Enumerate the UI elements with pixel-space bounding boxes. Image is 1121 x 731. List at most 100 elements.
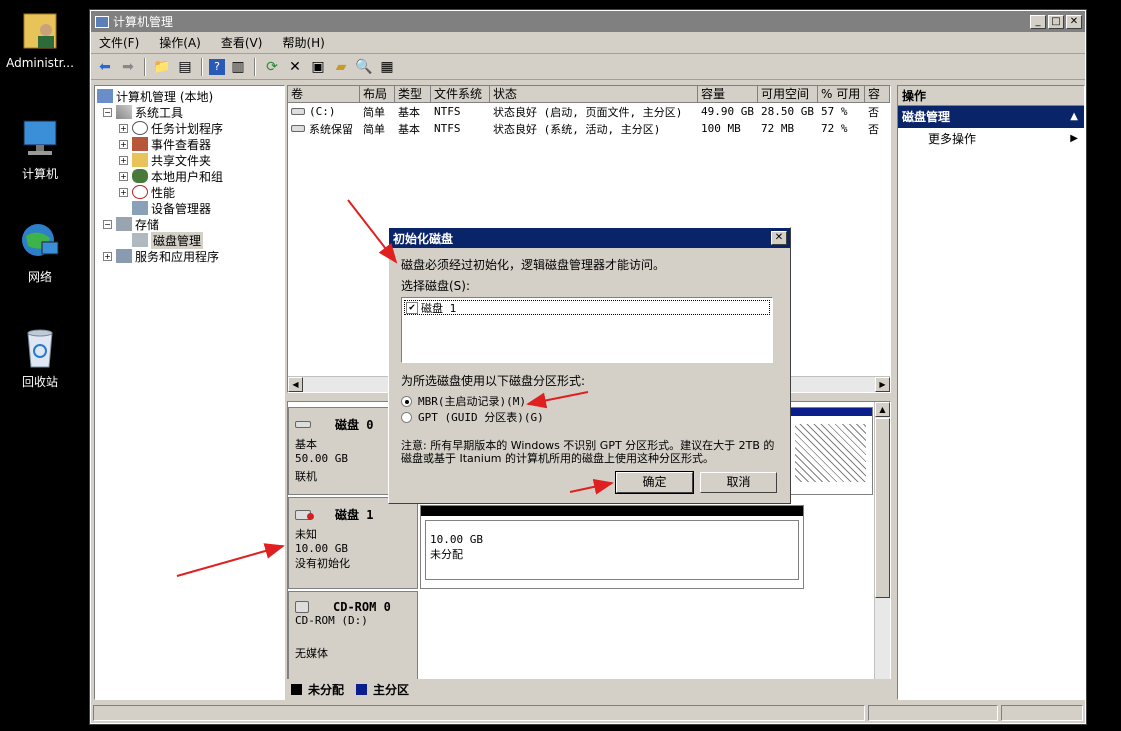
column-header-volume[interactable]: 卷: [288, 86, 360, 102]
expand-toggle[interactable]: +: [119, 123, 128, 133]
open-folder-icon[interactable]: ▰: [331, 57, 351, 77]
column-header-status[interactable]: 状态: [490, 86, 698, 102]
percent-free-cell: 57 %: [821, 105, 848, 118]
dialog-title: 初始化磁盘: [393, 231, 454, 246]
cancel-button[interactable]: 取消: [700, 472, 777, 493]
disk-1-label[interactable]: 磁盘 1 未知 10.00 GB 没有初始化: [288, 497, 418, 589]
column-header-layout[interactable]: 布局: [360, 86, 395, 102]
action-pane-icon[interactable]: ▥: [228, 57, 248, 77]
scroll-up-icon[interactable]: ▲: [875, 402, 890, 417]
forward-arrow-icon[interactable]: ➡: [118, 57, 138, 77]
list-item[interactable]: ✔ 磁盘 1: [404, 300, 770, 315]
disk-1-unallocated-region[interactable]: 10.00 GB 未分配: [420, 505, 804, 589]
up-folder-icon[interactable]: 📁: [152, 57, 172, 77]
column-header-free-space[interactable]: 可用空间: [758, 86, 818, 102]
tree-item-label: 任务计划程序: [151, 121, 224, 136]
recycle-bin-icon: [18, 325, 62, 369]
table-row[interactable]: (C:) 简单 基本 NTFS 状态良好 (启动, 页面文件, 主分区) 49.…: [288, 103, 890, 120]
dialog-titlebar[interactable]: 初始化磁盘 ✕: [389, 228, 790, 248]
expand-toggle[interactable]: +: [119, 171, 128, 181]
gpt-option[interactable]: GPT (GUID 分区表)(G): [401, 409, 778, 425]
gpt-radio[interactable]: [401, 411, 412, 423]
settings-icon[interactable]: ▦: [377, 57, 397, 77]
column-header-fault-tolerance[interactable]: 容: [865, 86, 890, 102]
scroll-left-icon[interactable]: ◀: [288, 377, 303, 392]
capacity-cell: 100 MB: [701, 122, 741, 135]
window-title: 计算机管理: [113, 15, 174, 29]
column-header-percent-free[interactable]: % 可用: [818, 86, 865, 102]
drive-icon: [291, 125, 305, 132]
scroll-right-icon[interactable]: ▶: [875, 377, 890, 392]
help-icon[interactable]: ?: [209, 58, 225, 75]
actions-section-disk-management[interactable]: 磁盘管理 ▲: [898, 106, 1084, 128]
show-tree-icon[interactable]: ▤: [175, 57, 195, 77]
mbr-label: MBR(主启动记录)(M): [418, 395, 526, 408]
column-header-filesystem[interactable]: 文件系统: [431, 86, 490, 102]
shared-folder-icon: [132, 153, 148, 167]
tree-item-shared-folders[interactable]: + 共享文件夹: [97, 152, 282, 168]
disk-unknown-icon: [295, 509, 314, 520]
partition-size: 10.00 GB: [430, 533, 483, 546]
minimize-button[interactable]: _: [1030, 14, 1046, 29]
tree-item-performance[interactable]: + 性能: [97, 184, 282, 200]
collapse-toggle[interactable]: −: [103, 219, 112, 229]
menu-action[interactable]: 操作(A): [159, 34, 201, 51]
disk-0-partition[interactable]: [788, 407, 873, 495]
drive-icon: [291, 108, 305, 115]
tree-item-system-tools[interactable]: − 系统工具: [97, 104, 282, 120]
expand-toggle[interactable]: +: [119, 187, 128, 197]
scroll-thumb[interactable]: [875, 418, 890, 598]
ok-button[interactable]: 确定: [615, 471, 694, 494]
desktop-icon-label: 网络: [27, 270, 52, 284]
legend-swatch-unallocated: [291, 683, 302, 695]
properties-icon[interactable]: ▣: [308, 57, 328, 77]
select-disk-label: 选择磁盘(S):: [401, 279, 471, 293]
desktop-icon-network[interactable]: 网络: [0, 220, 80, 285]
cdrom-0-label[interactable]: CD-ROM 0 CD-ROM (D:) 无媒体: [288, 591, 418, 681]
collapse-up-icon[interactable]: ▲: [1070, 106, 1078, 128]
refresh-icon[interactable]: ⟳: [262, 57, 282, 77]
tree-item-disk-management[interactable]: 磁盘管理: [97, 231, 282, 249]
volume-name: (C:): [309, 105, 336, 118]
disk-listbox[interactable]: ✔ 磁盘 1: [401, 297, 773, 363]
desktop-icon-recycle-bin[interactable]: 回收站: [0, 325, 80, 390]
tree-item-task-scheduler[interactable]: + 任务计划程序: [97, 120, 282, 136]
actions-pane: 操作 磁盘管理 ▲ 更多操作 ▶: [897, 85, 1085, 700]
desktop-icon-computer[interactable]: 计算机: [0, 117, 80, 182]
window-titlebar[interactable]: 计算机管理 _ □ ✕: [91, 11, 1085, 32]
dialog-close-button[interactable]: ✕: [771, 231, 787, 245]
tree-item-event-viewer[interactable]: + 事件查看器: [97, 136, 282, 152]
tree-item-label: 共享文件夹: [151, 153, 212, 168]
menu-view[interactable]: 查看(V): [221, 34, 263, 51]
tree-item-label: 系统工具: [135, 105, 184, 120]
tree-item-storage[interactable]: − 存储: [97, 216, 282, 232]
mbr-radio[interactable]: [401, 395, 412, 407]
vertical-scrollbar[interactable]: ▲ ▼: [874, 402, 890, 698]
expand-toggle[interactable]: +: [119, 139, 128, 149]
column-header-capacity[interactable]: 容量: [698, 86, 758, 102]
disk-checkbox[interactable]: ✔: [406, 301, 418, 314]
mbr-option[interactable]: MBR(主启动记录)(M): [401, 393, 778, 409]
tree-item-root[interactable]: 计算机管理 (本地): [97, 88, 282, 104]
tree-item-device-manager[interactable]: 设备管理器: [97, 200, 282, 216]
delete-icon[interactable]: ✕: [285, 57, 305, 77]
more-actions-item[interactable]: 更多操作 ▶: [898, 128, 1084, 150]
search-icon[interactable]: 🔍: [354, 57, 374, 77]
type-cell: 基本: [398, 105, 420, 119]
desktop-icon-administrator[interactable]: Administr...: [0, 8, 80, 70]
expand-toggle[interactable]: +: [119, 155, 128, 165]
maximize-button[interactable]: □: [1048, 14, 1064, 29]
gpt-compatibility-note: 注意: 所有早期版本的 Windows 不识别 GPT 分区形式。建议在大于 2…: [401, 439, 775, 465]
menu-help[interactable]: 帮助(H): [282, 34, 324, 51]
column-header-type[interactable]: 类型: [395, 86, 431, 102]
tree-item-services-apps[interactable]: + 服务和应用程序: [97, 248, 282, 264]
close-button[interactable]: ✕: [1066, 14, 1082, 29]
collapse-toggle[interactable]: −: [103, 107, 112, 117]
disk-item-label: 磁盘 1: [421, 301, 457, 315]
expand-toggle[interactable]: +: [103, 251, 112, 261]
capacity-cell: 49.90 GB: [701, 105, 754, 118]
tree-item-local-users[interactable]: + 本地用户和组: [97, 168, 282, 184]
menu-file[interactable]: 文件(F): [99, 34, 139, 51]
back-arrow-icon[interactable]: ⬅: [95, 57, 115, 77]
table-row[interactable]: 系统保留 简单 基本 NTFS 状态良好 (系统, 活动, 主分区) 100 M…: [288, 120, 890, 137]
